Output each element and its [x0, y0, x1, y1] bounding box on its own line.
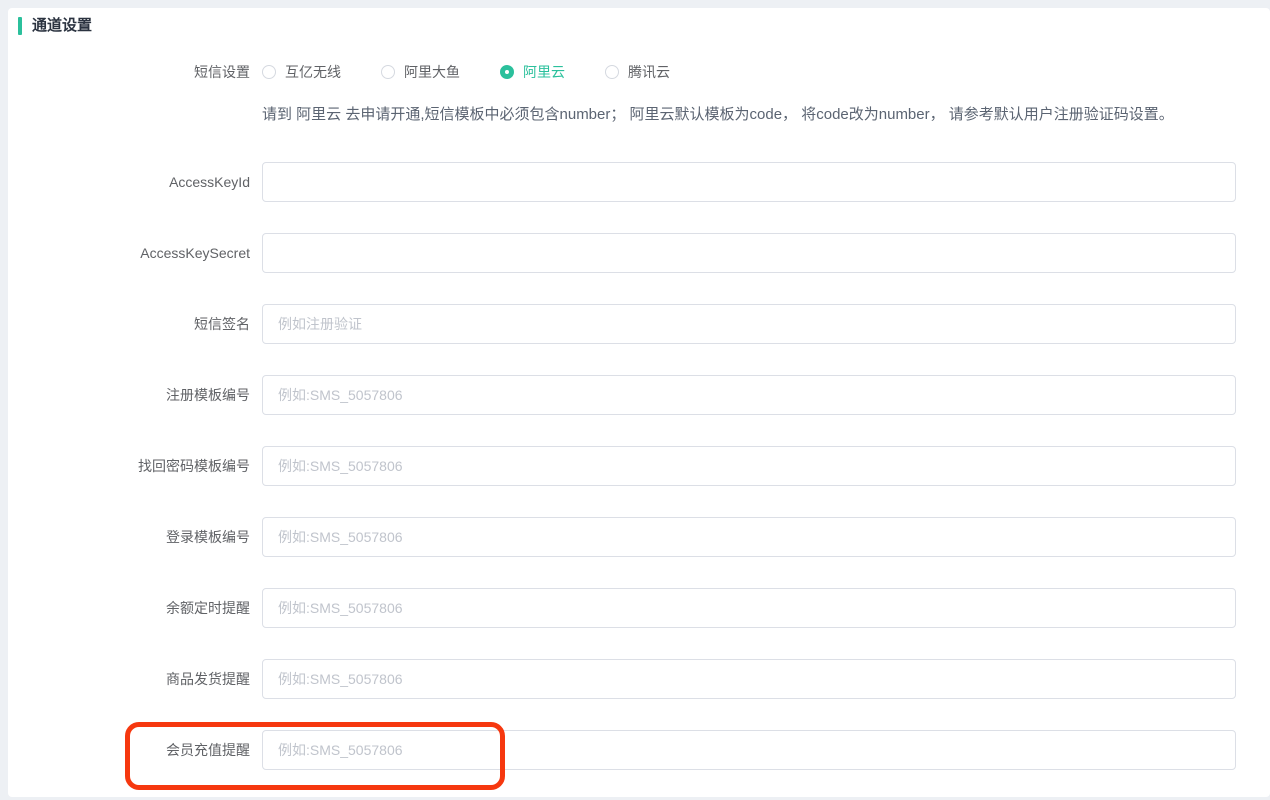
- field-label: 找回密码模板编号: [8, 456, 250, 476]
- form-row: AccessKeyId: [8, 162, 1270, 202]
- radio-circle-icon[interactable]: [381, 65, 395, 79]
- field-label: 短信签名: [8, 314, 250, 334]
- form-row: 找回密码模板编号: [8, 446, 1270, 486]
- sms-provider-radio-group: 互亿无线 阿里大鱼 阿里云 腾讯云: [262, 62, 710, 82]
- card-header: 通道设置: [8, 8, 1270, 35]
- form-row: 会员充值提醒: [8, 730, 1270, 770]
- form-row: 商品发货提醒: [8, 659, 1270, 699]
- balance-timed-reminder-input[interactable]: [262, 588, 1236, 628]
- radio-tencent-cloud[interactable]: 腾讯云: [605, 62, 670, 82]
- form-row: 注册模板编号: [8, 375, 1270, 415]
- provider-hint-text: 请到 阿里云 去申请开通,短信模板中必须包含number； 阿里云默认模板为co…: [8, 105, 1270, 125]
- sms-provider-label: 短信设置: [8, 62, 250, 82]
- radio-option-label: 腾讯云: [628, 62, 670, 82]
- form-row: 登录模板编号: [8, 517, 1270, 557]
- access-key-secret-input[interactable]: [262, 233, 1236, 273]
- reset-password-template-id-input[interactable]: [262, 446, 1236, 486]
- login-template-id-input[interactable]: [262, 517, 1236, 557]
- field-label: 商品发货提醒: [8, 669, 250, 689]
- field-label: AccessKeySecret: [8, 243, 250, 263]
- field-label: 登录模板编号: [8, 527, 250, 547]
- radio-option-label: 阿里大鱼: [404, 62, 460, 82]
- sms-signature-input[interactable]: [262, 304, 1236, 344]
- sms-provider-row: 短信设置 互亿无线 阿里大鱼 阿里云 腾讯云: [8, 62, 1270, 82]
- radio-option-label: 互亿无线: [285, 62, 341, 82]
- title-accent-bar-icon: [18, 17, 22, 35]
- member-recharge-reminder-input[interactable]: [262, 730, 1236, 770]
- radio-ali-dayu[interactable]: 阿里大鱼: [381, 62, 460, 82]
- radio-circle-icon[interactable]: [605, 65, 619, 79]
- radio-option-label: 阿里云: [523, 62, 565, 82]
- form-row: 余额定时提醒: [8, 588, 1270, 628]
- access-key-id-input[interactable]: [262, 162, 1236, 202]
- form-row: 短信签名: [8, 304, 1270, 344]
- radio-circle-icon[interactable]: [500, 65, 514, 79]
- goods-shipment-reminder-input[interactable]: [262, 659, 1236, 699]
- field-label: 注册模板编号: [8, 385, 250, 405]
- register-template-id-input[interactable]: [262, 375, 1236, 415]
- radio-circle-icon[interactable]: [262, 65, 276, 79]
- field-label: AccessKeyId: [8, 172, 250, 192]
- radio-huyi-wireless[interactable]: 互亿无线: [262, 62, 341, 82]
- field-label: 余额定时提醒: [8, 598, 250, 618]
- radio-aliyun[interactable]: 阿里云: [500, 62, 565, 82]
- field-label: 会员充值提醒: [8, 740, 250, 760]
- form-row: AccessKeySecret: [8, 233, 1270, 273]
- channel-settings-card: 通道设置 短信设置 互亿无线 阿里大鱼 阿里云 腾讯云 请到 阿里云 去申请开通,短信…: [8, 8, 1270, 797]
- page-title: 通道设置: [32, 17, 92, 35]
- form-list: AccessKeyId AccessKeySecret 短信签名注册模板编号找回密码…: [8, 162, 1270, 770]
